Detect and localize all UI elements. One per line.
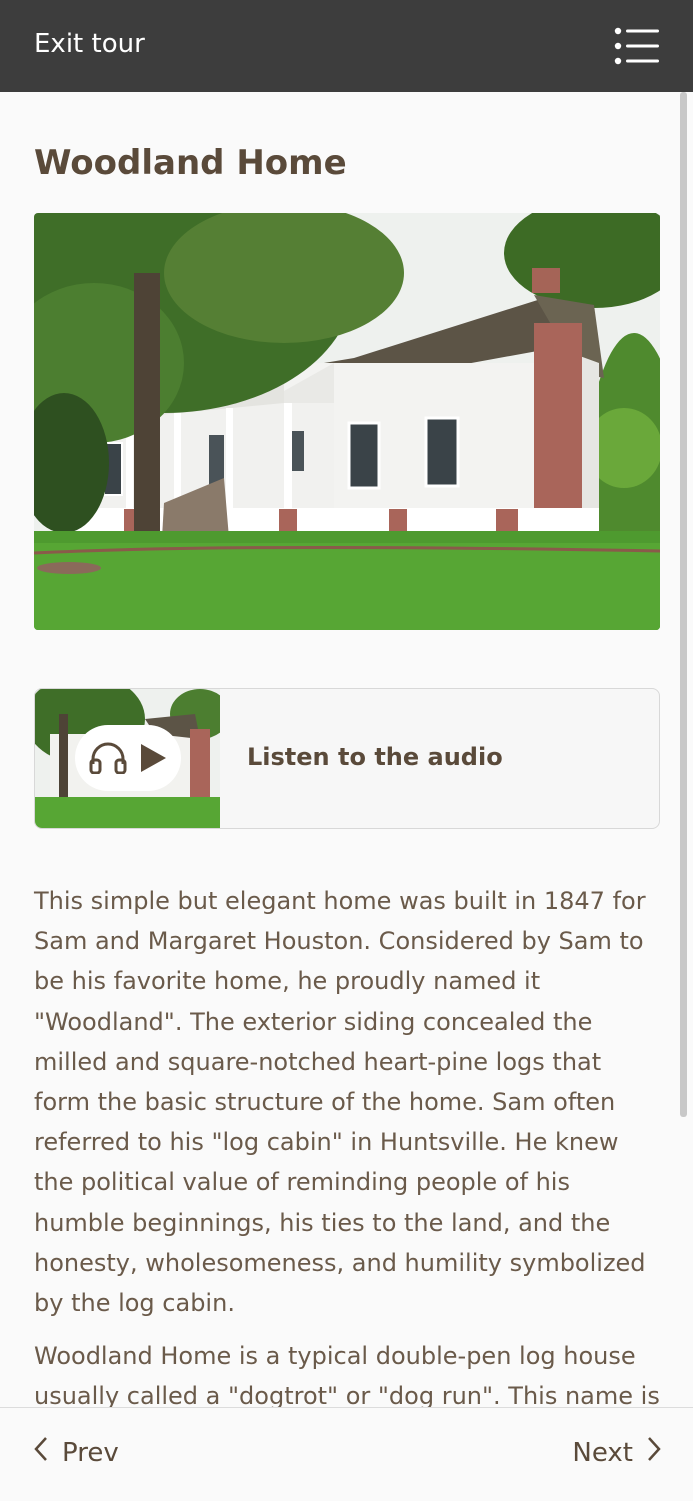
chevron-right-icon — [647, 1436, 661, 1469]
audio-thumbnail — [35, 689, 220, 828]
description-text: This simple but elegant home was built i… — [34, 881, 660, 1430]
list-menu-icon[interactable] — [610, 24, 662, 68]
chevron-left-icon — [34, 1436, 48, 1469]
scrollbar[interactable] — [680, 92, 687, 1117]
exit-tour-button[interactable]: Exit tour — [34, 29, 145, 59]
audio-play-pill[interactable] — [75, 725, 181, 791]
prev-button[interactable]: Prev — [34, 1436, 119, 1469]
page-title: Woodland Home — [34, 143, 347, 183]
play-icon — [139, 743, 167, 777]
prev-label: Prev — [62, 1437, 119, 1468]
next-label: Next — [572, 1437, 633, 1468]
top-bar: Exit tour — [0, 0, 693, 92]
listen-audio-card[interactable]: Listen to the audio — [34, 688, 660, 829]
next-button[interactable]: Next — [572, 1436, 661, 1469]
audio-label: Listen to the audio — [247, 743, 503, 771]
headphones-icon — [89, 742, 127, 778]
paragraph: Woodland Home is a typical double-pen lo… — [34, 1342, 660, 1411]
paragraph: This simple but elegant home was built i… — [34, 887, 646, 1318]
house-photo — [34, 213, 660, 630]
bottom-nav-bar: Prev Next — [0, 1407, 693, 1501]
